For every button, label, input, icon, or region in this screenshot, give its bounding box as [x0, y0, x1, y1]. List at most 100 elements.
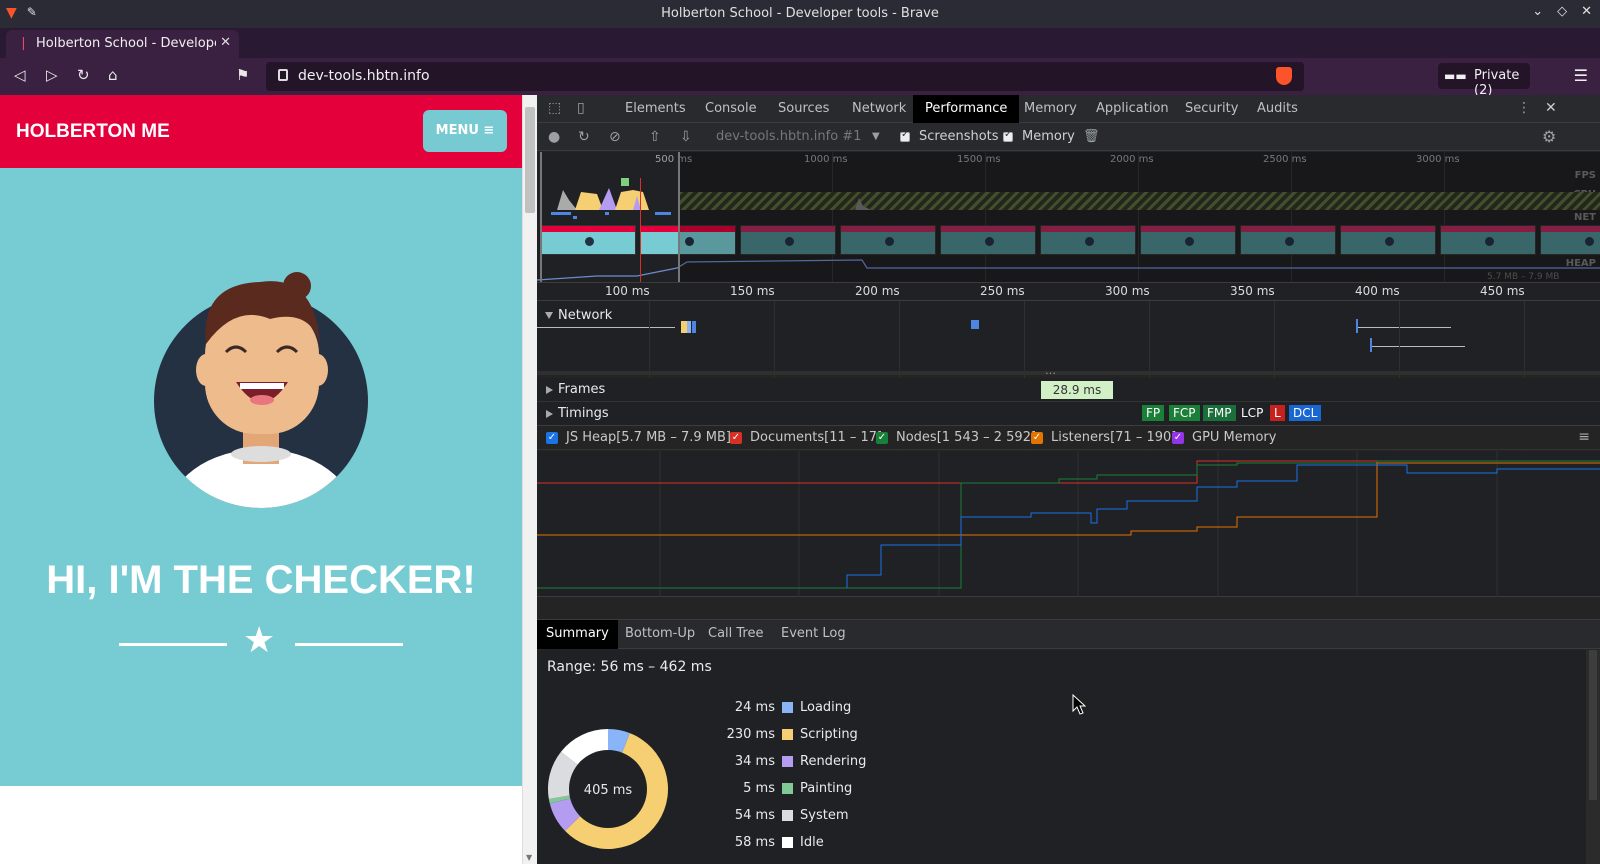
tab-security[interactable]: Security: [1173, 95, 1250, 123]
summary-scrollbar[interactable]: [1586, 650, 1600, 864]
track-splitter[interactable]: …: [537, 364, 1600, 377]
screenshots-checkbox[interactable]: [900, 129, 910, 142]
nodes-checkbox[interactable]: ✓: [876, 432, 888, 444]
home-icon[interactable]: ⌂: [108, 66, 118, 84]
private-glasses-icon: ▬▬: [1444, 69, 1467, 83]
reload-profile-icon[interactable]: ↻: [578, 129, 590, 145]
close-window-icon[interactable]: ✕: [1581, 4, 1592, 19]
memory-counter-graph[interactable]: [537, 451, 1600, 597]
ruler-tick: 250 ms: [980, 284, 1025, 298]
summary-donut-chart: 405 ms: [548, 729, 668, 849]
js-heap-checkbox[interactable]: ✓: [546, 432, 558, 444]
site-menu-button[interactable]: MENU ≡: [423, 110, 507, 152]
devtools-more-icon[interactable]: ⋮: [1517, 100, 1531, 116]
summary-value: 24 ms: [734, 700, 775, 715]
timings-track[interactable]: Timings: [537, 402, 1600, 426]
summary-scrollbar-thumb[interactable]: [1589, 650, 1597, 800]
system-swatch: [782, 810, 793, 821]
network-track[interactable]: Network: [537, 301, 1600, 375]
overview-unselected-region: [680, 152, 1600, 282]
select-chevron-icon[interactable]: ▼: [872, 131, 880, 142]
timings-track-label: Timings: [558, 406, 609, 421]
minimize-icon[interactable]: ⌄: [1532, 4, 1543, 19]
brave-shields-icon[interactable]: [1276, 67, 1292, 85]
mouse-cursor-icon: [1072, 694, 1086, 715]
js-heap-counter-label: JS Heap[5.7 MB – 7.9 MB]: [566, 430, 732, 445]
maximize-icon[interactable]: ◇: [1557, 4, 1567, 19]
timing-dcl-badge[interactable]: DCL: [1289, 405, 1322, 421]
listeners-checkbox[interactable]: ✓: [1031, 432, 1043, 444]
page-scrollbar[interactable]: ▼: [522, 95, 537, 864]
site-logo[interactable]: HOLBERTON ME: [16, 121, 170, 143]
save-profile-icon[interactable]: ⇩: [680, 129, 692, 145]
tab-close-icon[interactable]: ✕: [220, 35, 231, 50]
forward-icon[interactable]: ▷: [46, 66, 58, 84]
browser-menu-icon[interactable]: ☰: [1574, 66, 1588, 85]
tab-title: Holberton School - Developer tools: [36, 36, 216, 51]
summary-label: Scripting: [800, 727, 858, 742]
timing-l-badge[interactable]: L: [1270, 405, 1285, 421]
details-tab-bar: Summary Bottom-Up Call Tree Event Log: [537, 619, 1600, 649]
address-bar[interactable]: dev-tools.hbtn.info: [266, 62, 1304, 91]
hero-heading: HI, I'M THE CHECKER!: [46, 558, 476, 602]
counters-menu-icon[interactable]: ≡: [1578, 429, 1590, 445]
private-window-badge[interactable]: ▬▬ Private (2): [1438, 63, 1530, 98]
load-profile-icon[interactable]: ⇧: [649, 129, 661, 145]
tab-console[interactable]: Console: [693, 95, 769, 123]
timing-lcp-badge[interactable]: LCP: [1237, 405, 1268, 421]
ruler-tick: 300 ms: [1105, 284, 1150, 298]
documents-checkbox[interactable]: ✓: [730, 432, 742, 444]
garbage-collect-icon[interactable]: 🗑: [1083, 129, 1100, 144]
clear-icon[interactable]: ⊘: [609, 129, 621, 145]
frame-duration-chip[interactable]: 28.9 ms: [1041, 381, 1113, 399]
device-toolbar-icon[interactable]: ▯: [577, 100, 585, 116]
summary-total: 405 ms: [584, 783, 633, 798]
page-scrollbar-thumb[interactable]: [525, 107, 535, 213]
summary-label: System: [800, 808, 849, 823]
tab-audits[interactable]: Audits: [1245, 95, 1310, 123]
frames-expand-icon[interactable]: [546, 386, 553, 394]
tab-performance[interactable]: Performance: [913, 95, 1020, 123]
tab-summary[interactable]: Summary: [537, 620, 618, 649]
recording-select[interactable]: dev-tools.hbtn.info #1: [716, 129, 861, 144]
bookmark-icon[interactable]: ⚑: [236, 66, 249, 84]
tab-event-log[interactable]: Event Log: [772, 620, 855, 649]
scroll-down-arrow-icon[interactable]: ▼: [526, 853, 532, 862]
tab-application[interactable]: Application: [1084, 95, 1181, 123]
summary-label: Loading: [800, 700, 852, 715]
timeline-overview[interactable]: 500 ms 1000 ms 1500 ms 2000 ms 2500 ms 3…: [537, 152, 1600, 283]
browser-tab[interactable]: ❘ Holberton School - Developer tools ✕: [6, 30, 239, 58]
summary-range: Range: 56 ms – 462 ms: [547, 659, 712, 675]
tab-bottom-up[interactable]: Bottom-Up: [616, 620, 704, 649]
nodes-counter-label: Nodes[1 543 – 2 592]: [896, 430, 1037, 445]
back-icon[interactable]: ◁: [14, 66, 26, 84]
inspect-element-icon[interactable]: ⬚: [548, 100, 561, 116]
reload-icon[interactable]: ↻: [77, 66, 90, 84]
tab-memory[interactable]: Memory: [1012, 95, 1089, 123]
summary-value: 5 ms: [743, 781, 775, 796]
timing-fcp-badge[interactable]: FCP: [1169, 405, 1200, 421]
star-icon: ★: [243, 620, 276, 661]
timing-fmp-badge[interactable]: FMP: [1203, 405, 1236, 421]
gpu-memory-counter-label: GPU Memory: [1192, 430, 1277, 445]
timing-fp-badge[interactable]: FP: [1142, 405, 1165, 421]
network-expand-icon[interactable]: [545, 312, 553, 319]
overview-selection-window[interactable]: [540, 152, 680, 282]
tab-call-tree[interactable]: Call Tree: [699, 620, 773, 649]
performance-toolbar: ● ↻ ⊘ ⇧ ⇩ dev-tools.hbtn.info #1 ▼ Scree…: [537, 123, 1600, 151]
summary-value: 54 ms: [734, 808, 775, 823]
perf-settings-gear-icon[interactable]: ⚙: [1542, 127, 1556, 146]
summary-value: 58 ms: [734, 835, 775, 850]
tab-network[interactable]: Network: [840, 95, 918, 123]
tab-sources[interactable]: Sources: [766, 95, 841, 123]
window-title: Holberton School - Developer tools - Bra…: [661, 6, 939, 21]
devtools-close-icon[interactable]: ✕: [1545, 100, 1557, 116]
timings-expand-icon[interactable]: [546, 410, 553, 418]
memory-checkbox[interactable]: [1003, 129, 1013, 142]
gpu-memory-checkbox[interactable]: ✓: [1172, 432, 1184, 444]
rendering-swatch: [782, 756, 793, 767]
tab-elements[interactable]: Elements: [613, 95, 698, 123]
tab-strip: ❘ Holberton School - Developer tools ✕ +: [0, 28, 1600, 80]
record-icon[interactable]: ●: [548, 129, 560, 145]
avatar-illustration: [154, 272, 368, 508]
